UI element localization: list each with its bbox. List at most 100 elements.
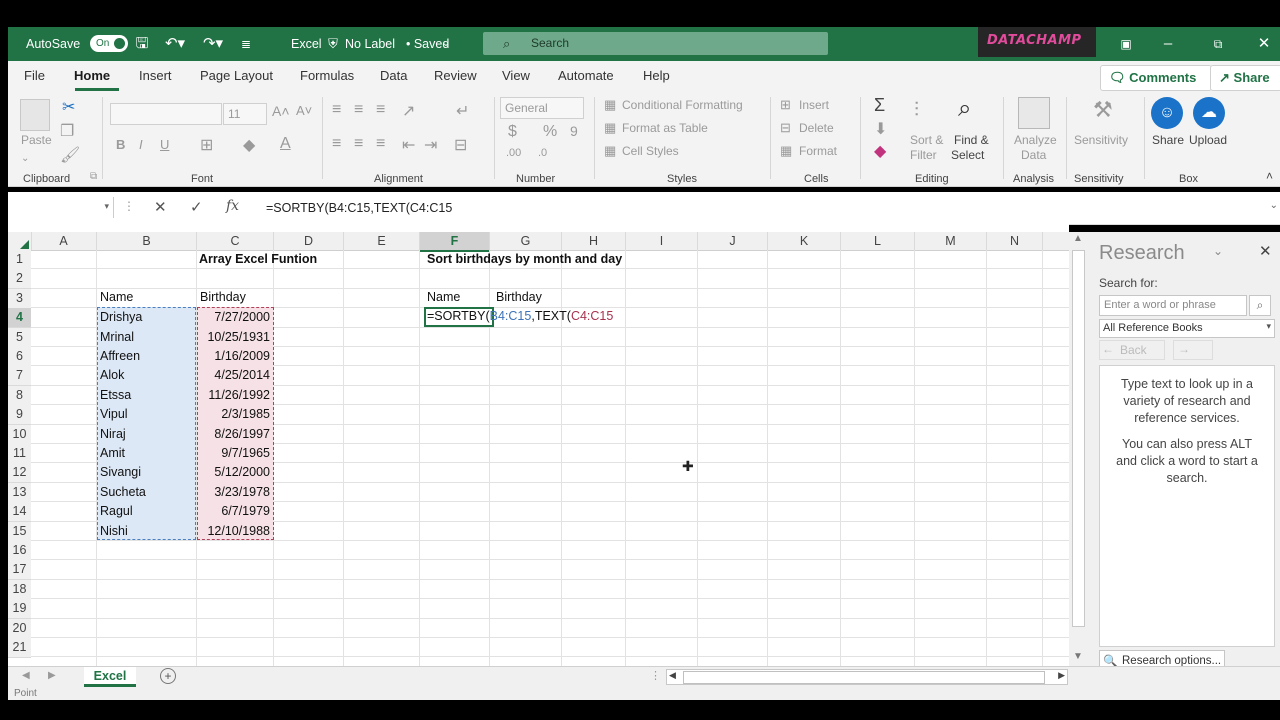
cell-styles-button[interactable]: Cell Styles bbox=[622, 144, 679, 158]
collapse-ribbon-icon[interactable]: ˄ bbox=[1266, 169, 1273, 183]
cell-g3-header[interactable]: Birthday bbox=[496, 288, 542, 307]
scroll-up-icon[interactable]: ▲ bbox=[1071, 232, 1085, 246]
conditional-formatting-icon[interactable]: ▦ bbox=[604, 97, 616, 113]
paste-icon[interactable] bbox=[20, 99, 50, 131]
box-share-label[interactable]: Share bbox=[1152, 133, 1184, 147]
box-share-icon[interactable]: ☺ bbox=[1151, 97, 1183, 129]
fill-icon[interactable]: ⬇ bbox=[874, 119, 887, 139]
cut-icon[interactable]: ✂ bbox=[62, 97, 75, 117]
enter-icon[interactable]: ✓ bbox=[190, 198, 203, 216]
format-as-table-icon[interactable]: ▦ bbox=[604, 120, 616, 136]
align-middle-icon[interactable]: ≡ bbox=[354, 101, 363, 119]
column-header-j[interactable]: J bbox=[698, 232, 768, 250]
cancel-icon[interactable]: ✕ bbox=[154, 198, 167, 216]
cell-f1-title[interactable]: Sort birthdays by month and day bbox=[427, 250, 622, 269]
clear-icon[interactable]: ◆ bbox=[874, 141, 886, 161]
decrease-font-icon[interactable]: A˅ bbox=[296, 103, 312, 118]
analyze-data-label-2[interactable]: Data bbox=[1021, 148, 1046, 162]
cell-name[interactable]: Affreen bbox=[100, 347, 140, 366]
worksheet-grid[interactable]: ABCDEFGHIJKLMN 1 2 3 4 5 6 7 8 9 10 11 12 13 14 15 16 17… bbox=[8, 224, 1069, 666]
cell-f4-edit[interactable]: =SORTBY(B4:C15,TEXT(C4:C15 bbox=[427, 307, 613, 326]
vertical-scrollbar[interactable]: ▲ ▼ bbox=[1069, 232, 1087, 666]
restore-icon[interactable]: ⧉ bbox=[1208, 27, 1228, 61]
cell-birthday[interactable]: 12/10/1988 bbox=[197, 522, 270, 541]
copy-icon[interactable]: ❐ bbox=[60, 121, 74, 141]
analyze-data-label[interactable]: Analyze bbox=[1014, 133, 1057, 147]
box-upload-label[interactable]: Upload bbox=[1189, 133, 1227, 147]
name-box[interactable]: ▾ bbox=[13, 197, 114, 218]
sensitivity-button[interactable]: Sensitivity bbox=[1074, 133, 1128, 147]
column-header-m[interactable]: M bbox=[915, 232, 987, 250]
chevron-down-icon[interactable]: ▾ bbox=[1266, 321, 1271, 332]
close-icon[interactable]: ✕ bbox=[1254, 27, 1274, 61]
column-header-l[interactable]: L bbox=[841, 232, 915, 250]
row-header-17[interactable]: 17 bbox=[8, 560, 31, 581]
column-header-g[interactable]: G bbox=[490, 232, 562, 250]
cell-birthday[interactable]: 6/7/1979 bbox=[197, 502, 270, 521]
scroll-left-icon[interactable]: ◀ bbox=[669, 670, 676, 681]
redo-icon[interactable]: ↷▾ bbox=[198, 27, 228, 61]
scroll-tabs-right-icon[interactable]: ▶ bbox=[48, 670, 56, 681]
analyze-data-icon[interactable] bbox=[1018, 97, 1050, 129]
scroll-down-icon[interactable]: ▼ bbox=[1071, 650, 1085, 664]
tab-view[interactable]: View bbox=[502, 61, 530, 93]
cell-birthday[interactable]: 8/26/1997 bbox=[197, 425, 270, 444]
cell-birthday[interactable]: 9/7/1965 bbox=[197, 444, 270, 463]
tab-review[interactable]: Review bbox=[434, 61, 477, 93]
research-back-button[interactable]: ← Back bbox=[1099, 340, 1165, 360]
row-header-21[interactable]: 21 bbox=[8, 638, 31, 658]
find-select-label-2[interactable]: Select bbox=[951, 148, 984, 162]
cell-name[interactable]: Sivangi bbox=[100, 463, 141, 482]
increase-decimal-icon[interactable]: .00 bbox=[506, 147, 521, 159]
align-top-icon[interactable]: ≡ bbox=[332, 101, 341, 119]
delete-cells-icon[interactable]: ⊟ bbox=[780, 120, 791, 136]
sensitivity-icon[interactable]: ⚒ bbox=[1093, 97, 1113, 123]
scroll-tabs-left-icon[interactable]: ◀ bbox=[22, 670, 30, 681]
wrap-text-icon[interactable]: ↵ bbox=[456, 101, 469, 121]
horizontal-scrollbar-thumb[interactable] bbox=[683, 671, 1045, 684]
comma-icon[interactable]: 9 bbox=[570, 123, 578, 139]
font-size-field[interactable]: 11 bbox=[223, 103, 267, 125]
tab-file[interactable]: File bbox=[24, 61, 45, 93]
delete-cells-button[interactable]: Delete bbox=[799, 121, 834, 135]
font-name-field[interactable] bbox=[110, 103, 222, 125]
scroll-right-icon[interactable]: ▶ bbox=[1058, 670, 1065, 681]
tab-data[interactable]: Data bbox=[380, 61, 407, 93]
cell-name[interactable]: Etssa bbox=[100, 386, 131, 405]
row-header-10[interactable]: 10 bbox=[8, 424, 31, 445]
sheet-tab-excel[interactable]: Excel bbox=[84, 667, 136, 687]
horizontal-scrollbar[interactable]: ◀ ▶ bbox=[666, 669, 1068, 685]
cell-name[interactable]: Mrinal bbox=[100, 328, 134, 347]
merge-center-icon[interactable]: ⊟ bbox=[454, 135, 467, 155]
row-header-16[interactable]: 16 bbox=[8, 541, 31, 561]
box-upload-icon[interactable]: ☁ bbox=[1193, 97, 1225, 129]
column-header-k[interactable]: K bbox=[768, 232, 841, 250]
tab-page-layout[interactable]: Page Layout bbox=[200, 61, 273, 93]
column-header-n[interactable]: N bbox=[987, 232, 1043, 250]
cell-name[interactable]: Nishi bbox=[100, 522, 128, 541]
tab-split-grip-icon[interactable]: ⋮ bbox=[650, 669, 661, 682]
paste-label[interactable]: Paste bbox=[21, 133, 52, 147]
sort-filter-icon[interactable]: ⫶ bbox=[914, 99, 919, 122]
cell-birthday[interactable]: 2/3/1985 bbox=[197, 405, 270, 424]
tab-formulas[interactable]: Formulas bbox=[300, 61, 354, 93]
minimize-icon[interactable]: – bbox=[1158, 27, 1178, 61]
customize-toolbar-icon[interactable]: ≣ bbox=[238, 27, 254, 61]
tab-help[interactable]: Help bbox=[643, 61, 670, 93]
research-source-select[interactable]: All Reference Books ▾ bbox=[1099, 319, 1275, 338]
row-header-19[interactable]: 19 bbox=[8, 599, 31, 620]
column-header-i[interactable]: I bbox=[626, 232, 698, 250]
column-header-h[interactable]: H bbox=[562, 232, 626, 250]
orientation-icon[interactable]: ↗ bbox=[402, 101, 415, 121]
cell-birthday[interactable]: 10/25/1931 bbox=[197, 328, 270, 347]
chevron-down-icon[interactable]: ▾ bbox=[104, 201, 109, 212]
row-header-12[interactable]: 12 bbox=[8, 463, 31, 484]
row-header-5[interactable]: 5 bbox=[8, 327, 31, 348]
undo-icon[interactable]: ↶▾ bbox=[160, 27, 190, 61]
cell-birthday[interactable]: 11/26/1992 bbox=[197, 386, 270, 405]
column-header-f[interactable]: F bbox=[420, 232, 490, 252]
cell-birthday[interactable]: 7/27/2000 bbox=[197, 308, 270, 327]
add-sheet-icon[interactable]: + bbox=[160, 668, 176, 684]
share-button[interactable]: ↗ Share bbox=[1210, 65, 1280, 91]
align-bottom-icon[interactable]: ≡ bbox=[376, 101, 385, 119]
